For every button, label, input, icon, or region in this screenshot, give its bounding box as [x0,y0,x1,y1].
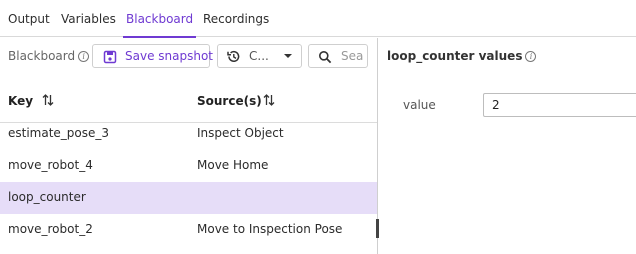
tab-output[interactable]: Output [8,0,50,37]
history-icon [226,49,241,68]
detail-title: loop_counter values i [387,49,537,63]
table-row[interactable]: estimate_pose_3 Inspect Object [0,118,377,150]
blackboard-label-text: Blackboard [8,49,76,63]
tab-variables[interactable]: Variables [61,0,116,37]
save-snapshot-label: Save snapshot [125,49,214,63]
table-row-selected[interactable]: loop_counter [0,182,377,214]
row-key: estimate_pose_3 [8,126,110,140]
history-dropdown[interactable]: C... [217,44,302,68]
sort-icon[interactable] [263,92,275,111]
row-source: Inspect Object [197,126,284,140]
tab-recordings[interactable]: Recordings [203,0,269,37]
column-header-key[interactable]: Key [8,94,33,108]
table-row[interactable]: move_robot_2 Move to Inspection Pose [0,214,377,246]
info-icon[interactable]: i [525,51,537,62]
sort-icon[interactable] [42,92,54,111]
detail-panel: loop_counter values i value 2 [379,38,636,254]
value-label: value [403,98,436,112]
row-source: Move to Inspection Pose [197,222,343,236]
detail-title-text: loop_counter values [387,49,523,63]
table-header: Key Source(s) [0,80,377,123]
save-snapshot-button[interactable]: Save snapshot [92,44,214,68]
info-icon[interactable]: i [78,51,90,62]
row-key: move_robot_2 [8,222,93,236]
tab-bar: Output Variables Blackboard Recordings [0,0,636,38]
history-dropdown-label: C... [249,49,269,63]
tab-blackboard[interactable]: Blackboard [122,0,197,38]
value-field[interactable]: 2 [483,93,636,117]
chevron-down-icon [284,54,292,58]
table-row[interactable]: move_robot_4 Move Home [0,150,377,182]
search-placeholder: Sea [341,49,364,63]
blackboard-label: Blackboard i [8,49,90,63]
row-key: move_robot_4 [8,158,93,172]
floppy-disk-icon [103,49,117,68]
blackboard-panel: Blackboard i Save snapshot C... Sea Key … [0,38,378,254]
column-header-sources[interactable]: Source(s) [197,94,262,108]
search-icon [318,49,332,68]
row-source: Move Home [197,158,269,172]
row-key: loop_counter [8,190,86,204]
search-input[interactable]: Sea [308,44,368,68]
